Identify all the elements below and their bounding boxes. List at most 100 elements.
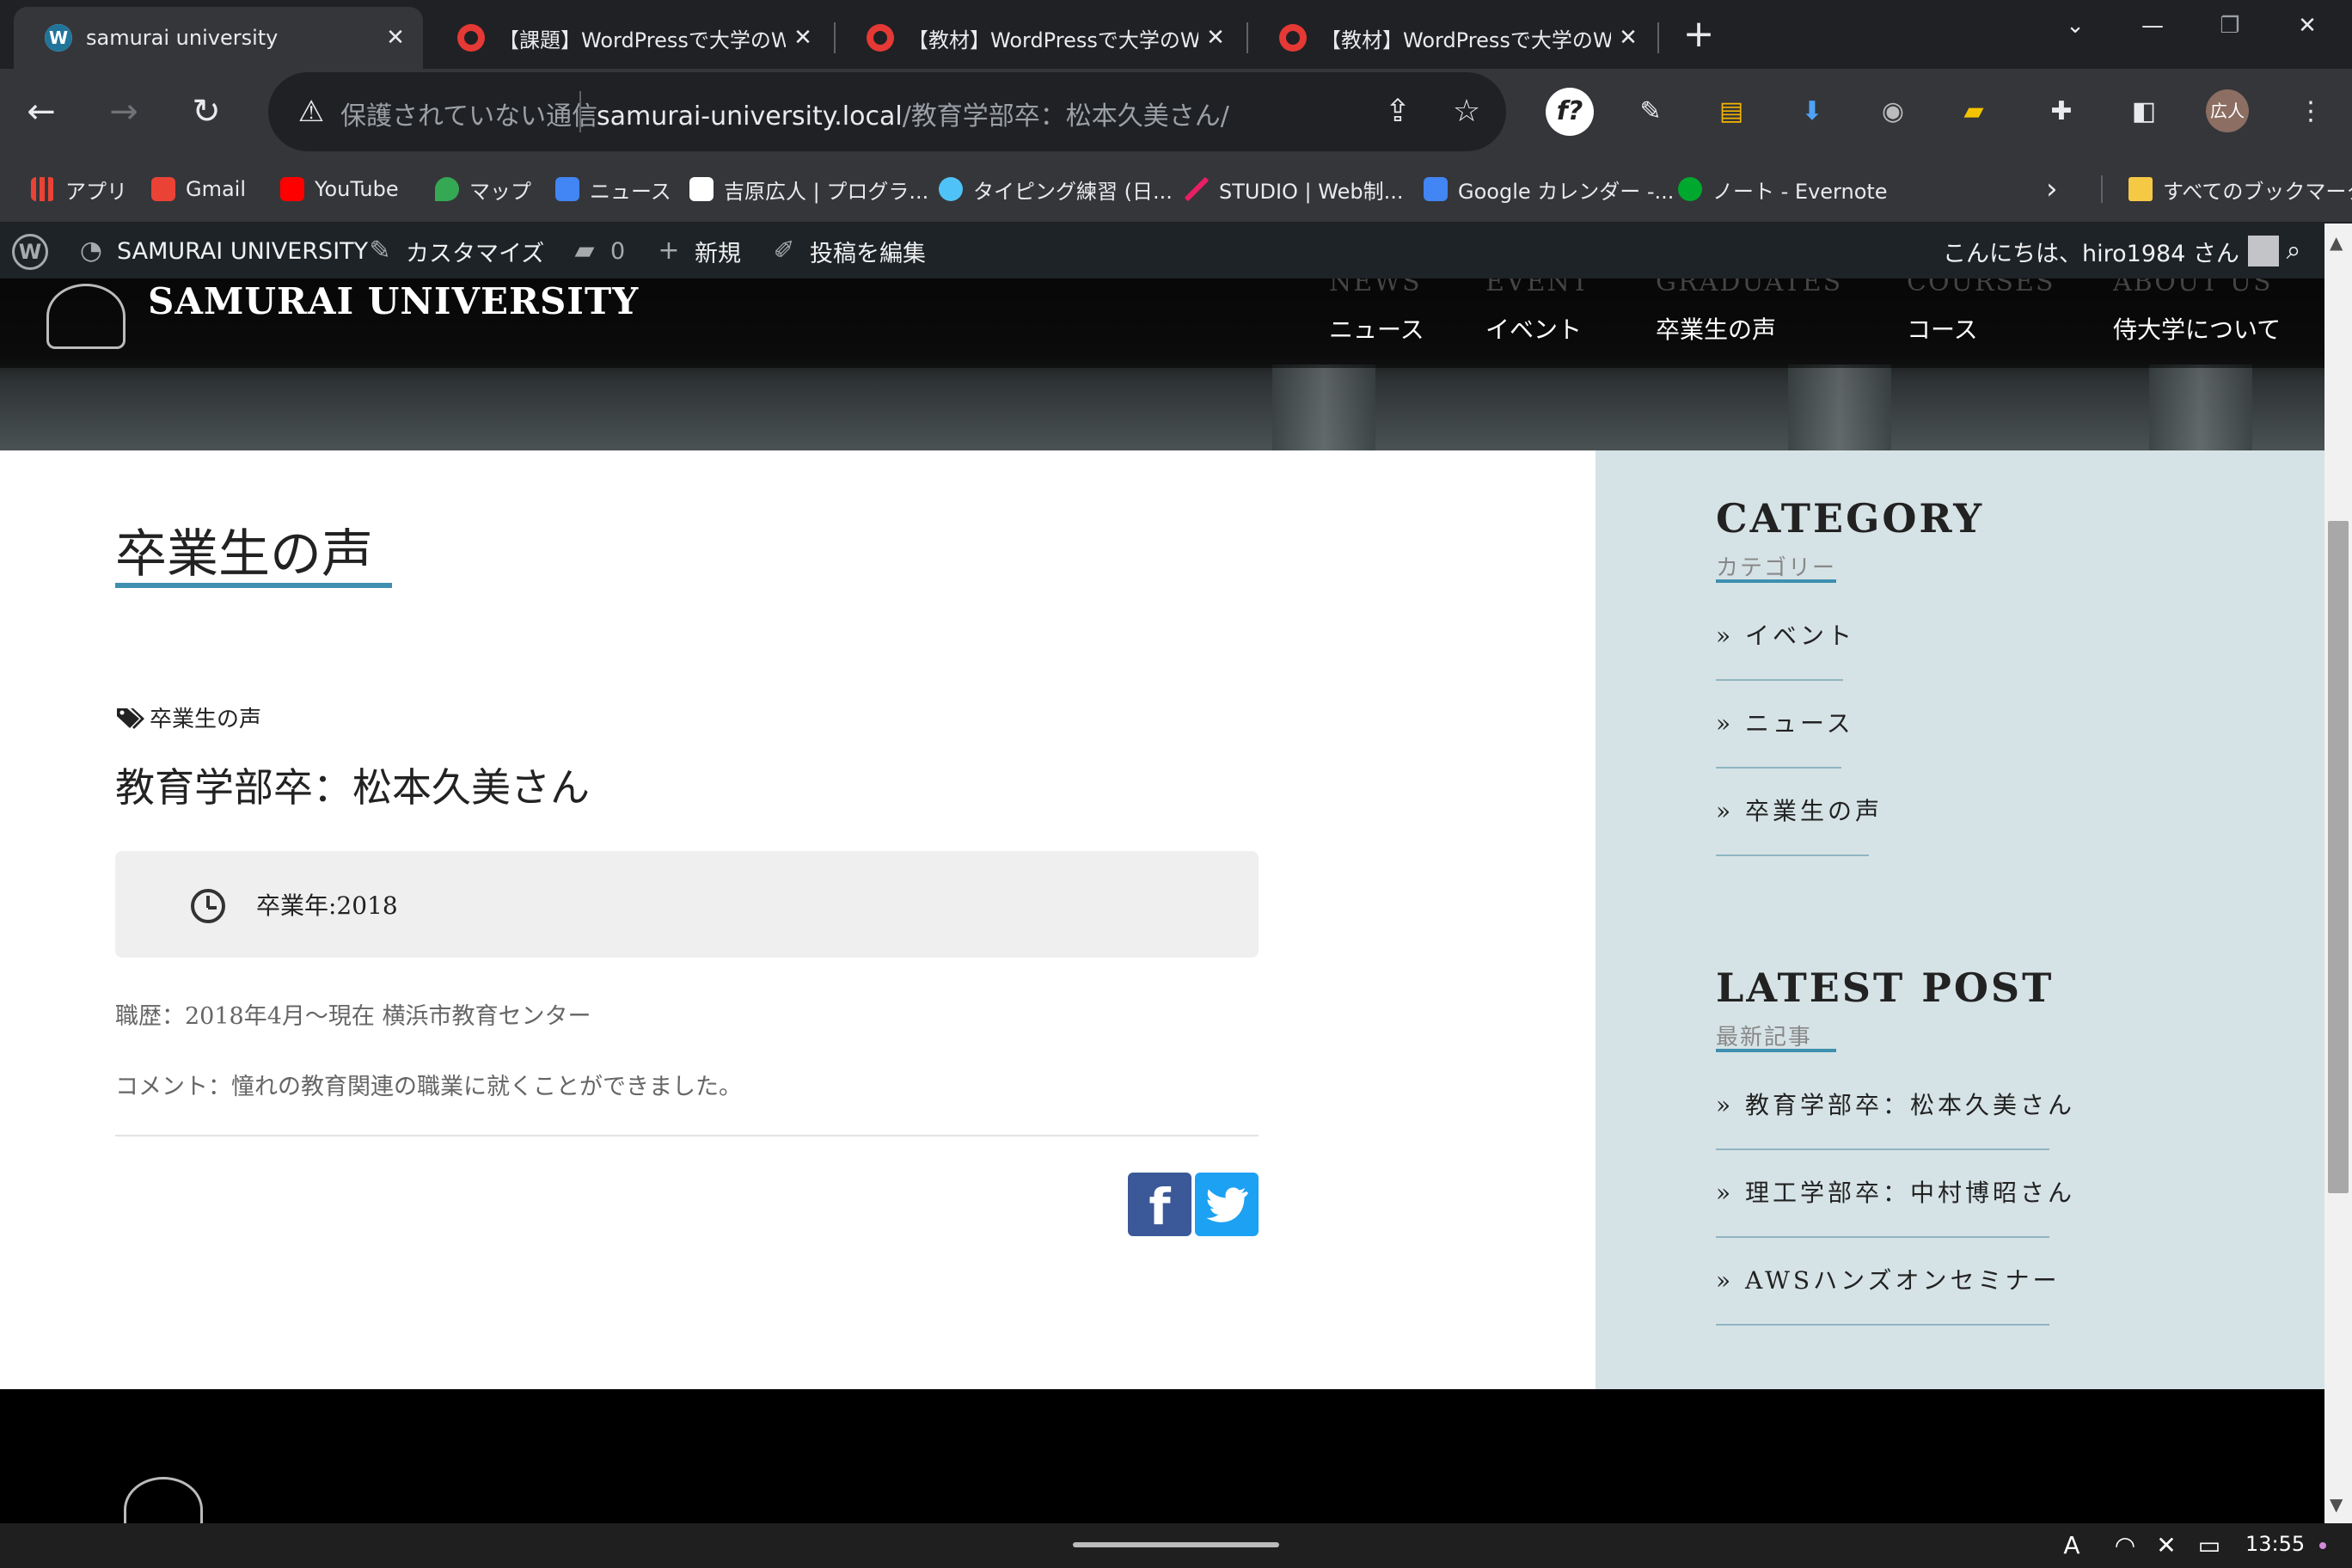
admin-customize[interactable]: ✎ カスタマイズ [364, 224, 544, 279]
admin-new[interactable]: + 新規 [653, 224, 741, 279]
nav-graduates[interactable]: GRADUATES 卒業生の声 [1656, 279, 1842, 346]
scroll-down-arrow-icon[interactable]: ▼ [2330, 1494, 2343, 1515]
bookmark-youtube[interactable]: YouTube [280, 174, 399, 205]
admin-edit-post[interactable]: ✐ 投稿を編集 [769, 224, 926, 279]
window-close-button[interactable]: ✕ [2273, 7, 2342, 45]
bookmark-calendar[interactable]: Google カレンダー -... [1424, 174, 1674, 205]
sidebar-category-news[interactable]: » ニュース [1716, 705, 1854, 739]
wifi-icon[interactable]: ◠ [2108, 1530, 2142, 1561]
battery-icon[interactable]: ▭ [2190, 1530, 2228, 1561]
folder-extension-icon[interactable]: ▰ [1950, 88, 1998, 136]
admin-search[interactable]: ⌕ [2278, 224, 2319, 279]
bookmark-maps[interactable]: マップ [435, 174, 531, 205]
whatfont-extension-icon[interactable]: f? [1546, 88, 1594, 136]
share-icon[interactable]: ⇪ [1377, 91, 1418, 132]
tab-samurai-university[interactable]: samurai university ✕ [14, 7, 423, 69]
bookmark-gmail[interactable]: Gmail [151, 174, 246, 205]
news-icon [555, 177, 579, 201]
bookmark-all[interactable]: すべてのブックマーク [2128, 174, 2352, 205]
hero-pillar [1272, 364, 1375, 450]
new-tab-button[interactable]: + [1676, 12, 1721, 57]
tab-kyozai-2[interactable]: 【教材】WordPressで大学のWe ✕ [1248, 7, 1656, 69]
nav-ja-label: イベント [1485, 315, 1583, 344]
typing-icon [939, 177, 963, 201]
puzzle-icon[interactable]: ✚ [2037, 88, 2086, 136]
sidebar-latest-post[interactable]: » 教育学部卒：松本久美さん [1716, 1087, 2075, 1121]
bookmark-studio[interactable]: STUDIO | Web制... [1185, 174, 1403, 205]
url-path: /教育学部卒：松本久美さん/ [902, 101, 1229, 132]
sidebar-category-event[interactable]: » イベント [1716, 617, 1855, 652]
star-icon[interactable]: ☆ [1446, 91, 1487, 132]
twitter-share-button[interactable] [1195, 1173, 1259, 1236]
forward-arrow-icon[interactable]: → [100, 88, 148, 136]
site-logo[interactable] [46, 284, 126, 349]
bookmark-label: STUDIO | Web制... [1219, 179, 1404, 204]
scroll-thumb[interactable] [2328, 521, 2349, 1193]
security-status[interactable]: 保護されていない通信 [340, 95, 597, 132]
back-arrow-icon[interactable]: ← [17, 88, 65, 136]
notes-extension-icon[interactable]: ▤ [1707, 88, 1755, 136]
page-viewport: SAMURAI UNIVERSITY NEWS ニュース EVENT イベント GR… [0, 279, 2324, 1523]
kebab-menu-icon[interactable]: ⋮ [2287, 88, 2335, 136]
nav-en-label: COURSES [1907, 279, 2055, 297]
sidebar-latest-post[interactable]: » AWSハンズオンセミナー [1716, 1262, 2061, 1296]
career-text: 職歴：2018年4月〜現在 横浜市教育センター [115, 1003, 591, 1030]
title-underline [115, 583, 392, 588]
evernote-icon [1678, 177, 1702, 201]
bookmarks-overflow-chevron-icon[interactable]: › [2046, 172, 2058, 206]
side-panel-icon[interactable]: ◧ [2120, 88, 2168, 136]
sidebar-category-graduates[interactable]: » 卒業生の声 [1716, 793, 1883, 827]
admin-greeting[interactable]: こんにちは、hiro1984 さん [1943, 224, 2279, 279]
tab-kyozai-1[interactable]: 【教材】WordPressで大学のWe ✕ [836, 7, 1243, 69]
page-scrollbar[interactable]: ▲ ▼ [2324, 224, 2352, 1523]
nav-news[interactable]: NEWS ニュース [1329, 279, 1424, 346]
bookmark-typing[interactable]: タイピング練習 (日... [939, 174, 1173, 205]
facebook-share-button[interactable]: f [1128, 1173, 1191, 1236]
nav-event[interactable]: EVENT イベント [1485, 279, 1590, 346]
site-title[interactable]: SAMURAI UNIVERSITY [148, 280, 639, 322]
p-logo-icon [689, 177, 714, 201]
folder-icon [2128, 177, 2153, 201]
close-icon[interactable]: ✕ [1198, 25, 1233, 51]
taskbar-clock[interactable]: 13:55 [2245, 1532, 2305, 1556]
gesture-handle[interactable] [1073, 1542, 1279, 1547]
tab-search-chevron-icon[interactable]: ⌄ [2041, 7, 2110, 45]
page-title: 卒業生の声 [115, 524, 373, 585]
bookmark-evernote[interactable]: ノート - Evernote [1678, 174, 1888, 205]
bookmark-label: ニュース [590, 179, 671, 204]
nav-about[interactable]: ABOUT US 侍大学について [2113, 279, 2281, 346]
close-icon[interactable]: ✕ [786, 25, 820, 51]
close-icon[interactable]: ✕ [1611, 25, 1645, 51]
bookmark-news[interactable]: ニュース [555, 174, 671, 205]
category-tag[interactable]: 卒業生の声 [115, 701, 261, 733]
bookmark-label: Google カレンダー -... [1458, 179, 1675, 204]
close-icon[interactable]: ✕ [378, 25, 413, 51]
scroll-up-arrow-icon[interactable]: ▲ [2330, 232, 2343, 253]
tab-kadai[interactable]: 【課題】WordPressで大学のWe ✕ [426, 7, 830, 69]
bookmark-apps[interactable]: アプリ [31, 174, 127, 205]
warning-icon[interactable]: ⚠ [292, 93, 330, 131]
hero-pillar [1788, 364, 1891, 450]
nav-ja-label: 侍大学について [2113, 315, 2282, 344]
url-text[interactable]: samurai-university.local/教育学部卒：松本久美さん/ [597, 95, 1229, 132]
footer-logo[interactable] [124, 1477, 203, 1523]
restore-button[interactable]: ❐ [2196, 7, 2264, 45]
admin-site-name[interactable]: ◔ SAMURAI UNIVERSITY [76, 224, 368, 279]
muted-speaker-icon[interactable]: ✕ [2149, 1530, 2184, 1561]
bookmarks-divider [2101, 175, 2103, 203]
latest-post-subheading: 最新記事 [1716, 1025, 1813, 1050]
nav-courses[interactable]: COURSES コース [1907, 279, 2055, 346]
sidebar-latest-post[interactable]: » 理工学部卒：中村博昭さん [1716, 1174, 2075, 1209]
address-bar[interactable]: ⚠ 保護されていない通信 samurai-university.local/教育… [268, 72, 1506, 151]
admin-comments[interactable]: ▰ 0 [569, 224, 625, 279]
profile-avatar[interactable]: 広人 [2206, 89, 2249, 132]
wordpress-logo-icon[interactable]: W [12, 234, 48, 270]
download-extension-icon[interactable]: ⬇ [1788, 88, 1836, 136]
eyedropper-extension-icon[interactable]: ✎ [1626, 88, 1675, 136]
sidebar-separator [1716, 679, 1843, 681]
camera-extension-icon[interactable]: ◉ [1869, 88, 1917, 136]
ime-icon[interactable]: A [2056, 1530, 2087, 1561]
reload-icon[interactable]: ↻ [182, 88, 230, 136]
minimize-button[interactable]: — [2118, 7, 2187, 45]
bookmark-yoshihara[interactable]: 吉原広人 | プログラ... [689, 174, 928, 205]
